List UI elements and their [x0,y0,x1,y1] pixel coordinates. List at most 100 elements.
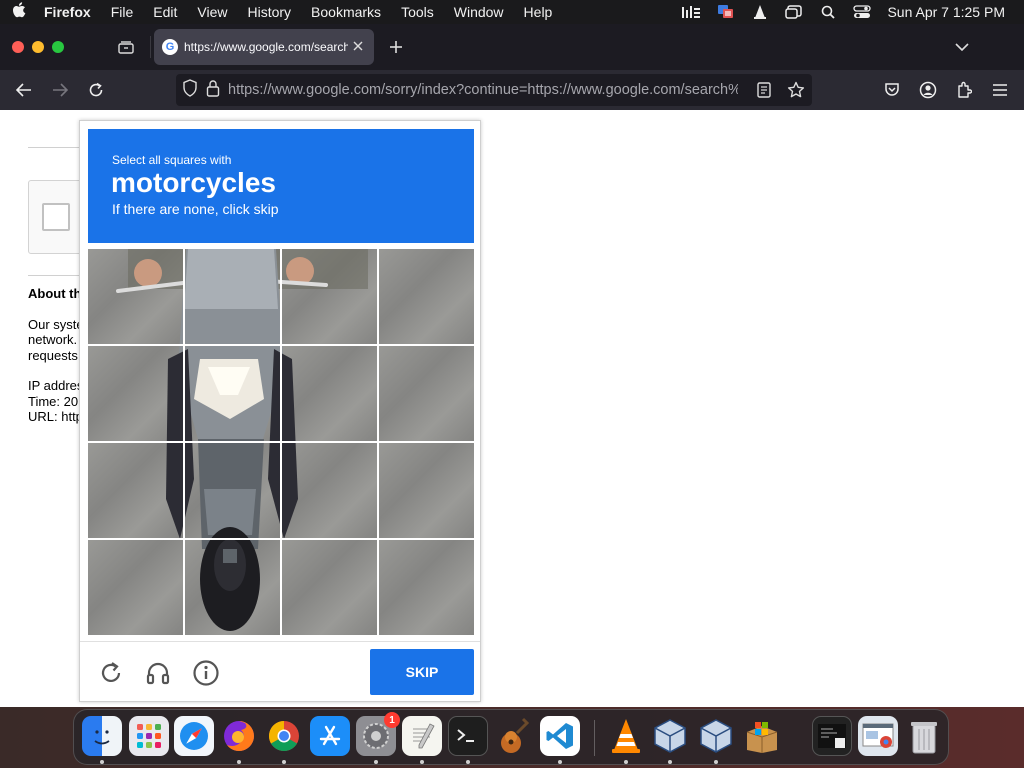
stats-icon[interactable] [675,0,709,24]
virtualbox-icon[interactable] [650,716,690,756]
launchpad-icon[interactable] [129,716,169,756]
menubar-clock[interactable]: Sun Apr 7 1:25 PM [879,4,1024,20]
extensions-icon[interactable] [950,76,978,104]
time-line: Time: 20 [28,394,79,409]
tab-active[interactable]: G https://www.google.com/search?q= [154,29,374,65]
address-bar[interactable]: https://www.google.com/sorry/index?conti… [176,74,812,106]
terminal-icon[interactable] [448,716,488,756]
running-indicator [374,760,378,764]
vscode-icon[interactable] [540,716,580,756]
vlc-icon[interactable] [606,716,646,756]
back-button[interactable] [10,76,38,104]
list-all-tabs-chevron-icon[interactable] [950,35,974,59]
captcha-tile[interactable] [185,443,280,538]
captcha-tile[interactable] [282,540,377,635]
maximize-window-button[interactable] [52,41,64,53]
recaptcha-checkbox[interactable] [42,203,70,231]
dock: 1 [73,709,949,765]
body-text-line: Our syste [28,317,84,332]
captcha-tile[interactable] [88,249,183,344]
spotlight-search-icon[interactable] [811,0,845,24]
firefox-view-icon[interactable] [112,34,140,60]
url-text[interactable]: https://www.google.com/sorry/index?conti… [228,82,738,98]
chrome-icon[interactable] [264,716,304,756]
tracking-protection-shield-icon[interactable] [182,78,198,102]
apple-menu-icon[interactable] [0,2,38,22]
captcha-tile[interactable] [185,249,280,344]
reader-view-icon[interactable] [750,76,778,104]
close-window-button[interactable] [12,41,24,53]
pocket-icon[interactable] [878,76,906,104]
captcha-tile[interactable] [88,443,183,538]
menu-tools[interactable]: Tools [391,4,444,20]
captcha-tile[interactable] [379,540,474,635]
captcha-tile[interactable] [185,346,280,441]
window-controls [12,41,64,53]
body-text-line: requests [28,348,78,363]
running-indicator [624,760,628,764]
windows-vm-box-icon[interactable] [742,716,782,756]
menu-bookmarks[interactable]: Bookmarks [301,4,391,20]
skip-hint: If there are none, click skip [112,201,279,217]
page-content: About th Our syste network. requests IP … [0,110,1024,707]
browser-window-preview-icon[interactable] [858,716,898,756]
system-settings-icon[interactable]: 1 [356,712,400,756]
captcha-tile[interactable] [379,346,474,441]
menu-history[interactable]: History [237,4,301,20]
lock-icon[interactable] [206,79,220,102]
textedit-icon[interactable] [402,716,442,756]
menu-view[interactable]: View [187,4,237,20]
menu-help[interactable]: Help [514,4,563,20]
hamburger-menu-icon[interactable] [986,76,1014,104]
new-tab-button[interactable] [384,35,408,59]
dock-separator [594,720,595,756]
instruction-text: Select all squares with [112,153,232,167]
captcha-tile[interactable] [379,443,474,538]
minimize-window-button[interactable] [32,41,44,53]
virtualbox-vm-icon[interactable] [696,716,736,756]
app-store-icon[interactable] [310,716,350,756]
screen-share-icon[interactable] [709,0,743,24]
trash-icon[interactable] [904,716,944,756]
running-indicator [420,760,424,764]
vlc-menubar-icon[interactable] [743,0,777,24]
captcha-image-grid [88,249,474,635]
account-icon[interactable] [914,76,942,104]
terminal-window-preview-icon[interactable] [812,716,852,756]
captcha-tile[interactable] [282,249,377,344]
reload-challenge-icon[interactable] [96,658,126,688]
tab-title: https://www.google.com/search?q= [184,40,348,54]
captcha-tile[interactable] [88,346,183,441]
notification-badge: 1 [384,712,400,728]
safari-icon[interactable] [174,716,214,756]
captcha-tile[interactable] [282,443,377,538]
skip-button[interactable]: SKIP [370,649,474,695]
captcha-footer: SKIP [80,641,480,701]
finder-icon[interactable] [82,716,122,756]
menu-file[interactable]: File [101,4,144,20]
target-object: motorcycles [111,167,276,198]
audio-challenge-headphones-icon[interactable] [143,658,173,688]
menu-app-name[interactable]: Firefox [38,4,101,20]
reload-button[interactable] [82,76,110,104]
close-tab-icon[interactable] [350,38,366,54]
captcha-tile[interactable] [185,540,280,635]
captcha-tile[interactable] [379,249,474,344]
control-center-icon[interactable] [845,0,879,24]
running-indicator [466,760,470,764]
menu-window[interactable]: Window [444,4,514,20]
tab-strip: G https://www.google.com/search?q= [0,24,1024,70]
forward-button[interactable] [46,76,74,104]
bookmark-star-icon[interactable] [782,76,810,104]
captcha-challenge: Select all squares with motorcycles If t… [79,120,481,702]
firefox-icon[interactable] [219,716,259,756]
ip-address-line: IP addres [28,378,84,393]
running-indicator [714,760,718,764]
running-indicator [237,760,241,764]
info-icon[interactable] [191,658,221,688]
captcha-tile[interactable] [282,346,377,441]
garageband-icon[interactable] [494,716,534,756]
menu-edit[interactable]: Edit [143,4,187,20]
captcha-tile[interactable] [88,540,183,635]
window-switch-icon[interactable] [777,0,811,24]
